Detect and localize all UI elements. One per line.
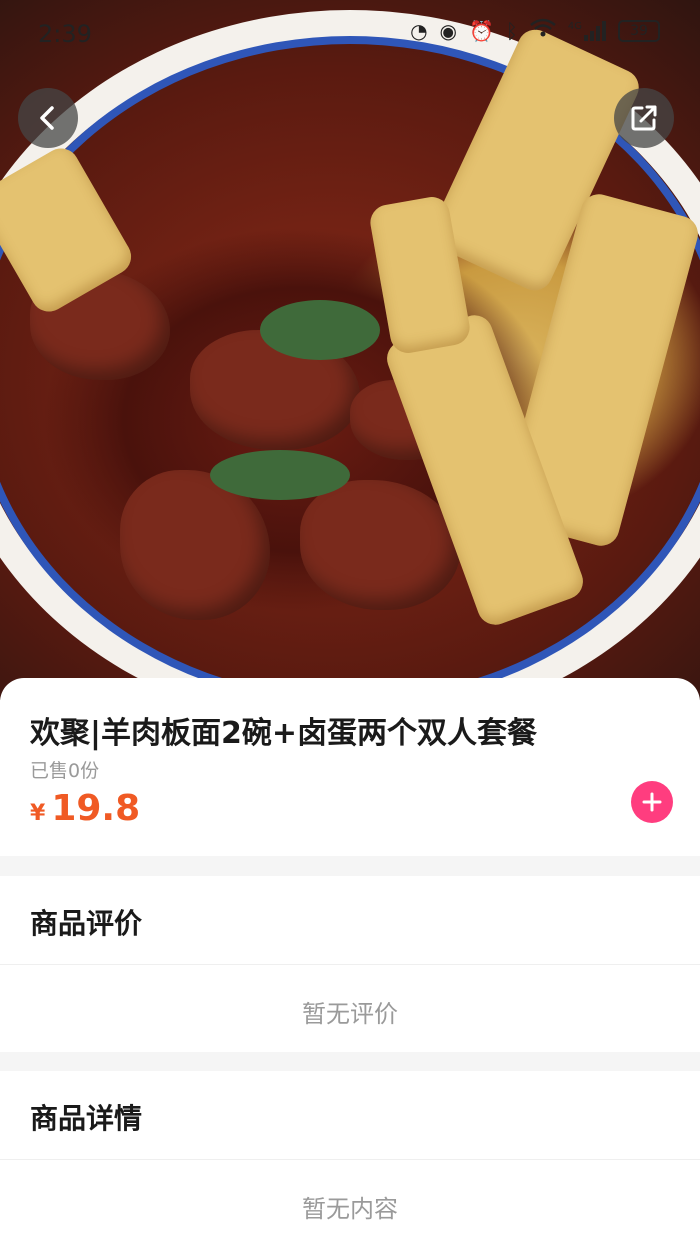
eye-icon: ◉ (439, 18, 457, 43)
reviews-section: 商品评价 暂无评价 (0, 876, 700, 1052)
product-info-card: 欢聚|羊肉板面2碗+卤蛋两个双人套餐 已售0份 ¥19.8 (0, 678, 700, 856)
share-icon (631, 105, 657, 131)
currency-symbol: ¥ (30, 801, 46, 826)
vegetable (210, 450, 350, 500)
price-value: 19.8 (51, 788, 141, 829)
product-image (0, 0, 700, 700)
bluetooth-icon: ᛒ (505, 18, 518, 43)
sold-count: 已售0份 (30, 760, 100, 782)
chevron-left-icon (40, 106, 54, 130)
share-button[interactable] (614, 88, 674, 148)
divider (0, 1159, 700, 1160)
status-time: 2:39 (38, 20, 92, 48)
battery-icon: 39 (618, 19, 660, 42)
details-empty-text: 暂无内容 (302, 1195, 398, 1223)
product-title: 欢聚|羊肉板面2碗+卤蛋两个双人套餐 (30, 716, 537, 751)
reviews-empty-text: 暂无评价 (302, 1000, 398, 1028)
signal-icon: 4G (568, 20, 606, 41)
divider (0, 964, 700, 965)
gauge-icon: ◔ (410, 18, 428, 43)
details-section: 商品详情 暂无内容 (0, 1071, 700, 1244)
wifi-icon (530, 18, 556, 43)
status-bar: 2:39 ◔ ◉ ⏰ ᛒ 4G 39 (0, 0, 700, 70)
reviews-title: 商品评价 (30, 907, 143, 940)
plus-icon (642, 792, 662, 812)
alarm-icon: ⏰ (468, 18, 494, 43)
status-icons: ◔ ◉ ⏰ ᛒ 4G 39 (410, 18, 660, 43)
details-title: 商品详情 (30, 1102, 143, 1135)
add-to-cart-button[interactable] (631, 781, 673, 823)
product-price: ¥19.8 (30, 788, 140, 829)
vegetable (260, 300, 380, 360)
back-button[interactable] (18, 88, 78, 148)
